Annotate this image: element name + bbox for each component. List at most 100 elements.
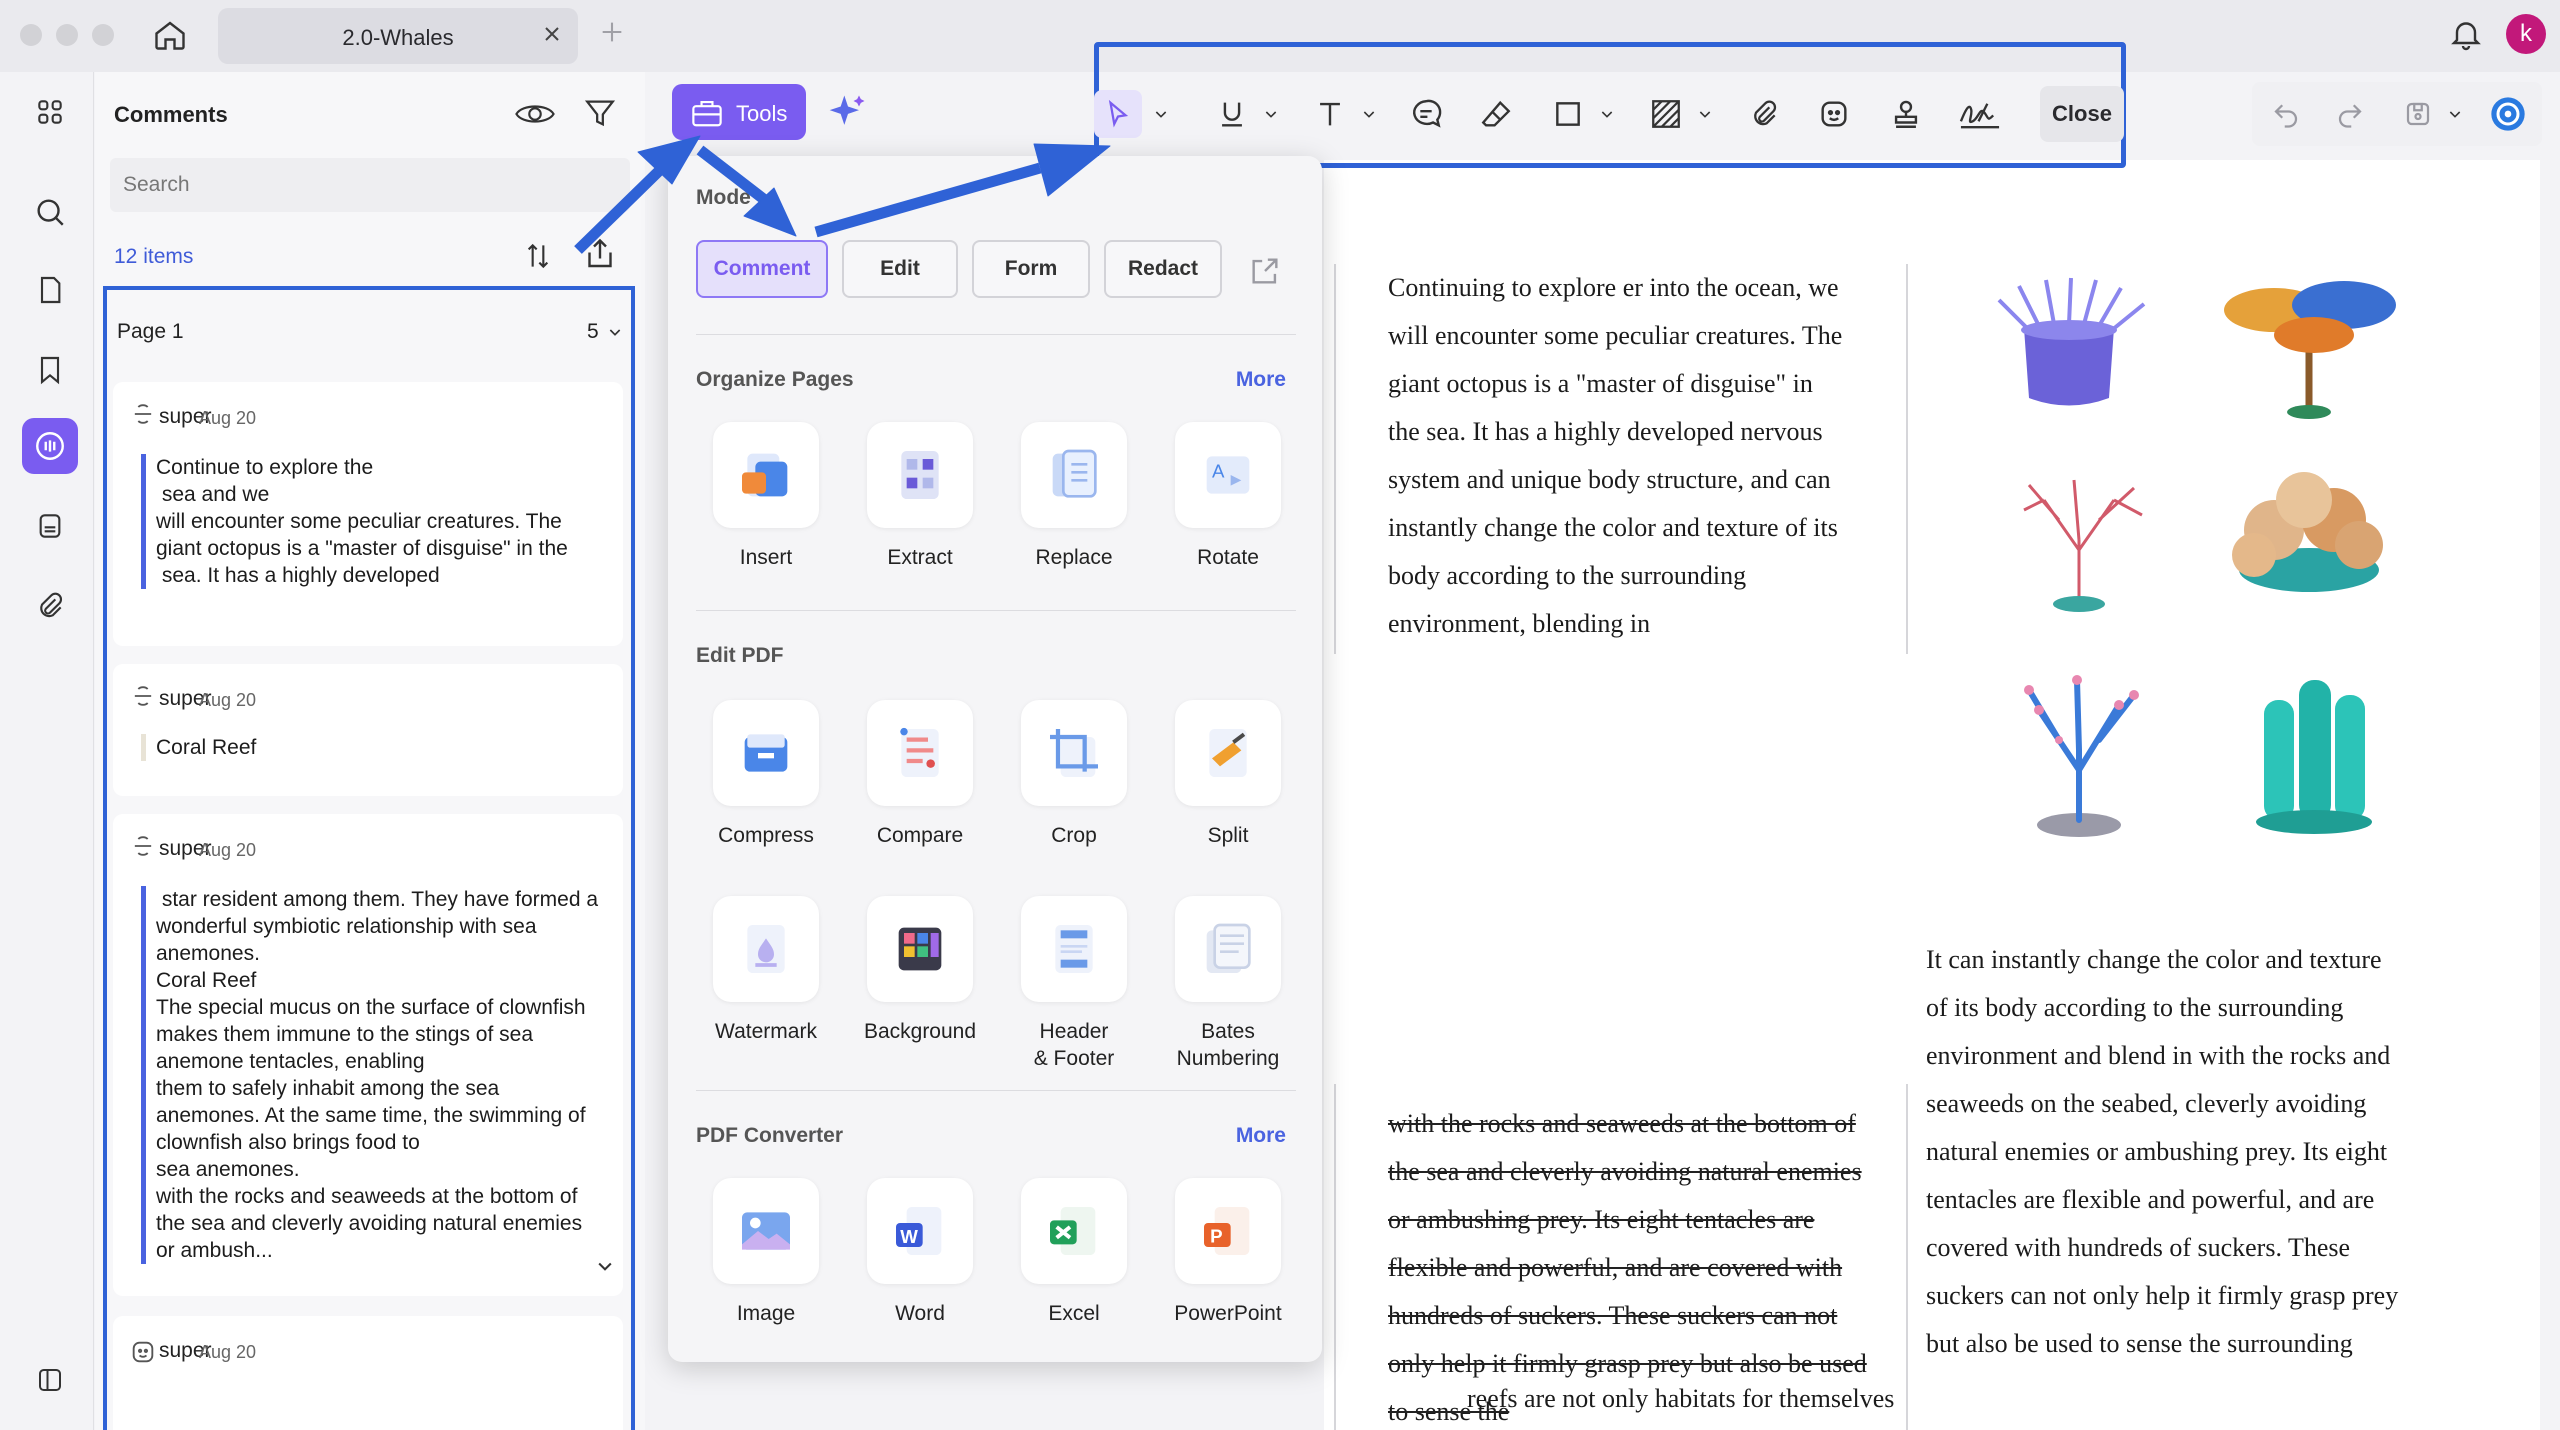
crop-tool[interactable]: Crop xyxy=(1004,700,1144,849)
expand-chevron-icon[interactable] xyxy=(595,1256,615,1276)
chevron-down-icon[interactable] xyxy=(1148,82,1174,146)
avatar[interactable]: k xyxy=(2506,14,2546,54)
chevron-down-icon[interactable] xyxy=(1258,82,1284,146)
tools-menu: Mode Comment Edit Form Redact Organize P… xyxy=(668,156,1322,1362)
tool-label: Replace xyxy=(1035,546,1113,569)
redo-icon[interactable] xyxy=(2328,82,2372,146)
close-window-button[interactable] xyxy=(20,24,42,46)
tool-label: Compare xyxy=(876,824,964,847)
tools-button[interactable]: Tools xyxy=(672,84,806,140)
comment-date: Aug 20 xyxy=(199,1342,257,1362)
tool-label: Extract xyxy=(887,546,953,569)
body-text-right[interactable]: It can instantly change the color and te… xyxy=(1926,936,2406,1368)
undo-icon[interactable] xyxy=(2264,82,2308,146)
tab-title: 2.0-Whales xyxy=(342,25,454,50)
split-tool[interactable]: Split xyxy=(1158,700,1298,849)
zoom-window-button[interactable] xyxy=(92,24,114,46)
body-text-bottom[interactable]: reefs are not only habitats for themselv… xyxy=(1467,1384,1894,1414)
export-icon[interactable] xyxy=(582,236,618,272)
ai-sparkle-icon[interactable] xyxy=(826,90,870,134)
replace-tool[interactable]: Replace xyxy=(1004,422,1144,571)
image-icon xyxy=(742,1212,790,1250)
mode-edit-button[interactable]: Edit xyxy=(842,240,958,298)
bates-numbering-tool[interactable]: Bates Numbering xyxy=(1158,896,1298,1072)
sidebar-toggle-icon[interactable] xyxy=(22,1352,78,1408)
strikethrough-icon xyxy=(134,836,152,856)
select-tool-icon[interactable] xyxy=(1094,90,1142,138)
new-tab-icon[interactable] xyxy=(598,18,626,46)
chevron-down-icon[interactable] xyxy=(1356,82,1382,146)
organize-more-link[interactable]: More xyxy=(1236,368,1286,392)
document-tab[interactable]: 2.0-Whales xyxy=(218,8,578,64)
to-powerpoint-tool[interactable]: P PowerPoint xyxy=(1158,1178,1298,1327)
insert-tool[interactable]: Insert xyxy=(696,422,836,571)
rotate-tool[interactable]: A Rotate xyxy=(1158,422,1298,571)
header-footer-icon xyxy=(1055,925,1093,973)
comment-text: star resident among them. They have form… xyxy=(141,886,601,1264)
extract-tool[interactable]: Extract xyxy=(850,422,990,571)
to-image-tool[interactable]: Image xyxy=(696,1178,836,1327)
attachments-panel-icon[interactable] xyxy=(22,498,78,554)
attachment-icon[interactable] xyxy=(1742,82,1786,146)
compare-icon xyxy=(900,727,939,777)
rectangle-shape-icon[interactable] xyxy=(1546,82,1590,146)
mode-redact-button[interactable]: Redact xyxy=(1104,240,1222,298)
paperclip-icon[interactable] xyxy=(22,578,78,634)
external-link-icon[interactable] xyxy=(1248,254,1282,288)
struck-text[interactable]: with the rocks and seaweeds at the botto… xyxy=(1388,1100,1868,1430)
search-icon[interactable] xyxy=(22,184,78,240)
tool-label: Rotate xyxy=(1197,546,1259,569)
converter-more-link[interactable]: More xyxy=(1236,1124,1286,1148)
replace-pages-icon xyxy=(1052,449,1097,498)
sticker-icon[interactable] xyxy=(1812,82,1856,146)
header-footer-tool[interactable]: Header & Footer xyxy=(1004,896,1144,1072)
eye-icon[interactable] xyxy=(515,98,555,130)
section-organize-pages: Organize Pages xyxy=(696,368,854,391)
search-input[interactable] xyxy=(110,158,630,212)
to-word-tool[interactable]: W Word xyxy=(850,1178,990,1327)
home-icon[interactable] xyxy=(152,17,188,53)
comment-card[interactable]: super Aug 20 Coral Reef xyxy=(113,664,623,796)
sort-icon[interactable] xyxy=(522,240,554,272)
comment-card[interactable]: super Aug 20 xyxy=(113,1316,623,1430)
background-tool[interactable]: Background xyxy=(850,896,990,1045)
tool-label: Header & Footer xyxy=(1033,1020,1115,1070)
close-tab-icon[interactable] xyxy=(540,22,564,46)
comment-list: Page 1 5 super Aug 20 Continue to explor… xyxy=(103,286,635,1430)
text-tool-icon[interactable] xyxy=(1308,82,1352,146)
pages-icon[interactable] xyxy=(22,262,78,318)
comment-bubble-icon[interactable] xyxy=(1404,82,1448,146)
to-excel-tool[interactable]: Excel xyxy=(1004,1178,1144,1327)
column-rule xyxy=(1334,264,1336,654)
anemone-image xyxy=(1997,277,2146,406)
comments-panel-icon[interactable] xyxy=(22,418,78,474)
bookmark-icon[interactable] xyxy=(22,342,78,398)
minimize-window-button[interactable] xyxy=(56,24,78,46)
filter-icon[interactable] xyxy=(583,96,617,130)
mode-comment-button[interactable]: Comment xyxy=(696,240,828,298)
compress-tool[interactable]: Compress xyxy=(696,700,836,849)
area-highlight-icon[interactable] xyxy=(1644,82,1688,146)
page-group-count: 5 xyxy=(587,320,599,343)
body-text-left[interactable]: Continuing to explore er into the ocean,… xyxy=(1388,264,1848,648)
chevron-down-icon[interactable] xyxy=(2442,82,2468,146)
eraser-icon[interactable] xyxy=(1474,82,1518,146)
tool-label: Bates Numbering xyxy=(1176,1020,1280,1070)
ai-assistant-icon[interactable] xyxy=(2484,82,2532,146)
mode-form-button[interactable]: Form xyxy=(972,240,1090,298)
underline-icon[interactable] xyxy=(1210,82,1254,146)
signature-icon[interactable] xyxy=(1954,82,2006,146)
page-group-header[interactable]: Page 1 5 xyxy=(107,290,631,362)
stamp-icon[interactable] xyxy=(1884,82,1928,146)
comment-card[interactable]: super Aug 20 star resident among them. T… xyxy=(113,814,623,1296)
chevron-down-icon[interactable] xyxy=(1692,82,1718,146)
close-toolbar-button[interactable]: Close xyxy=(2040,86,2124,142)
save-icon[interactable] xyxy=(2396,82,2440,146)
apps-grid-icon[interactable] xyxy=(22,84,78,140)
notification-bell-icon[interactable] xyxy=(2448,16,2484,52)
branch-coral-image xyxy=(2023,479,2143,612)
chevron-down-icon[interactable] xyxy=(1594,82,1620,146)
comment-card[interactable]: super Aug 20 Continue to explore the sea… xyxy=(113,382,623,646)
compare-tool[interactable]: Compare xyxy=(850,700,990,849)
watermark-tool[interactable]: Watermark xyxy=(696,896,836,1045)
